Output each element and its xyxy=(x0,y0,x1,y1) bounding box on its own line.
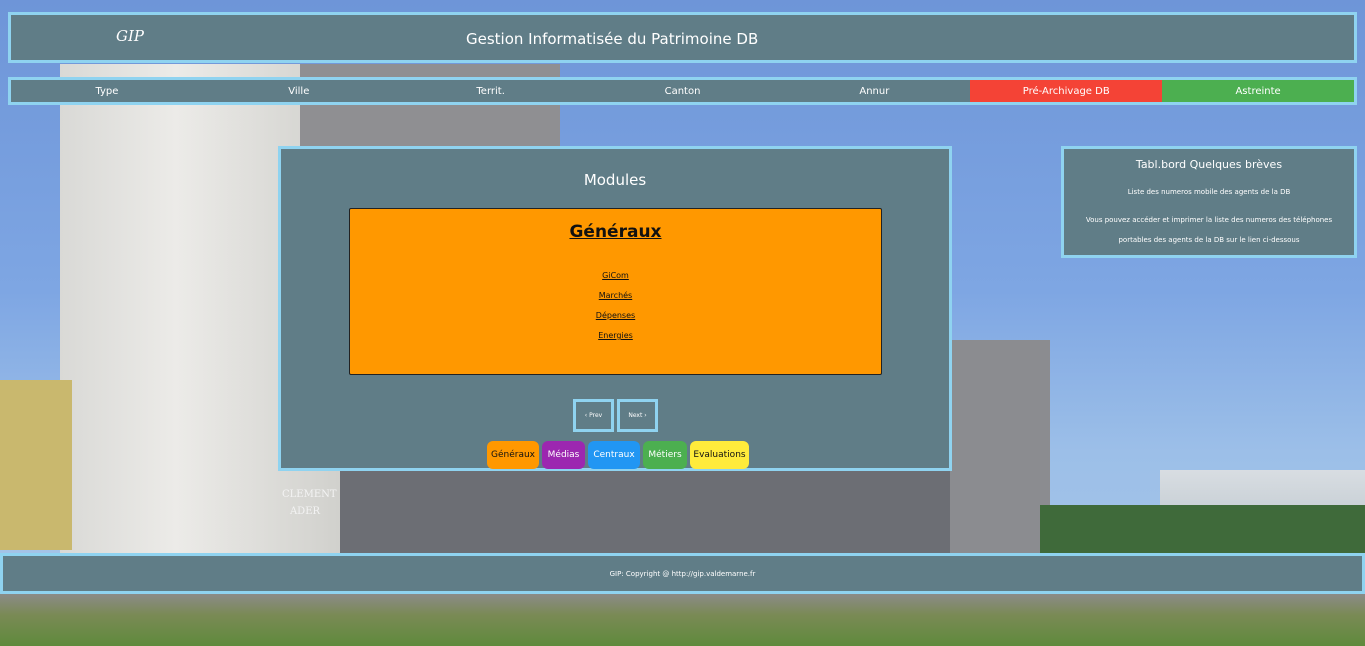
module-links: GiCom Marchés Dépenses Energies xyxy=(350,269,881,349)
top-nav: Type Ville Territ. Canton Annur Pré-Arch… xyxy=(8,77,1357,105)
tab-medias[interactable]: Médias xyxy=(542,441,585,469)
background-building-right xyxy=(950,340,1050,554)
nav-item-territ[interactable]: Territ. xyxy=(395,80,587,102)
module-card: Généraux GiCom Marchés Dépenses Energies xyxy=(349,208,882,375)
nav-item-ville[interactable]: Ville xyxy=(203,80,395,102)
modules-panel: Modules Généraux GiCom Marchés Dépenses … xyxy=(278,146,952,471)
modules-title: Modules xyxy=(583,171,647,189)
news-item-mobile-list: Liste des numeros mobile des agents de l… xyxy=(1127,188,1291,196)
copyright-text: GIP: Copyright @ http://gip.valdemarne.f… xyxy=(609,570,756,578)
news-item-description: Vous pouvez accéder et imprimer la liste… xyxy=(1085,216,1333,244)
nav-item-type[interactable]: Type xyxy=(11,80,203,102)
link-gicom[interactable]: GiCom xyxy=(350,269,881,289)
nav-item-pre-archivage[interactable]: Pré-Archivage DB xyxy=(970,80,1163,102)
link-depenses[interactable]: Dépenses xyxy=(350,309,881,329)
background-lower-building xyxy=(340,470,950,554)
header: GIP Gestion Informatisée du Patrimoine D… xyxy=(8,12,1357,63)
page-title: Gestion Informatisée du Patrimoine DB xyxy=(466,30,759,48)
background-trees xyxy=(1040,505,1365,554)
module-card-title[interactable]: Généraux xyxy=(350,222,881,242)
news-title: Tabl.bord Quelques brèves xyxy=(1135,158,1283,171)
prev-button[interactable]: ‹ Prev xyxy=(573,399,614,432)
background-building-left xyxy=(0,380,72,550)
footer: GIP: Copyright @ http://gip.valdemarne.f… xyxy=(0,553,1365,594)
news-panel: Tabl.bord Quelques brèves Liste des nume… xyxy=(1061,146,1357,258)
link-energies[interactable]: Energies xyxy=(350,329,881,349)
logo[interactable]: GIP xyxy=(116,27,144,45)
link-marches[interactable]: Marchés xyxy=(350,289,881,309)
tab-metiers[interactable]: Métiers xyxy=(643,441,687,469)
tab-generaux[interactable]: Généraux xyxy=(487,441,539,469)
tab-centraux[interactable]: Centraux xyxy=(588,441,640,469)
category-tabs: Généraux Médias Centraux Métiers Evaluat… xyxy=(487,441,749,469)
background-ground xyxy=(0,594,1365,646)
tab-evaluations[interactable]: Evaluations xyxy=(690,441,749,469)
nav-item-canton[interactable]: Canton xyxy=(587,80,779,102)
nav-item-annur[interactable]: Annur xyxy=(778,80,970,102)
nav-item-astreinte[interactable]: Astreinte xyxy=(1162,80,1355,102)
next-button[interactable]: Next › xyxy=(617,399,658,432)
building-sign: CLEMENT ADER xyxy=(282,489,337,517)
